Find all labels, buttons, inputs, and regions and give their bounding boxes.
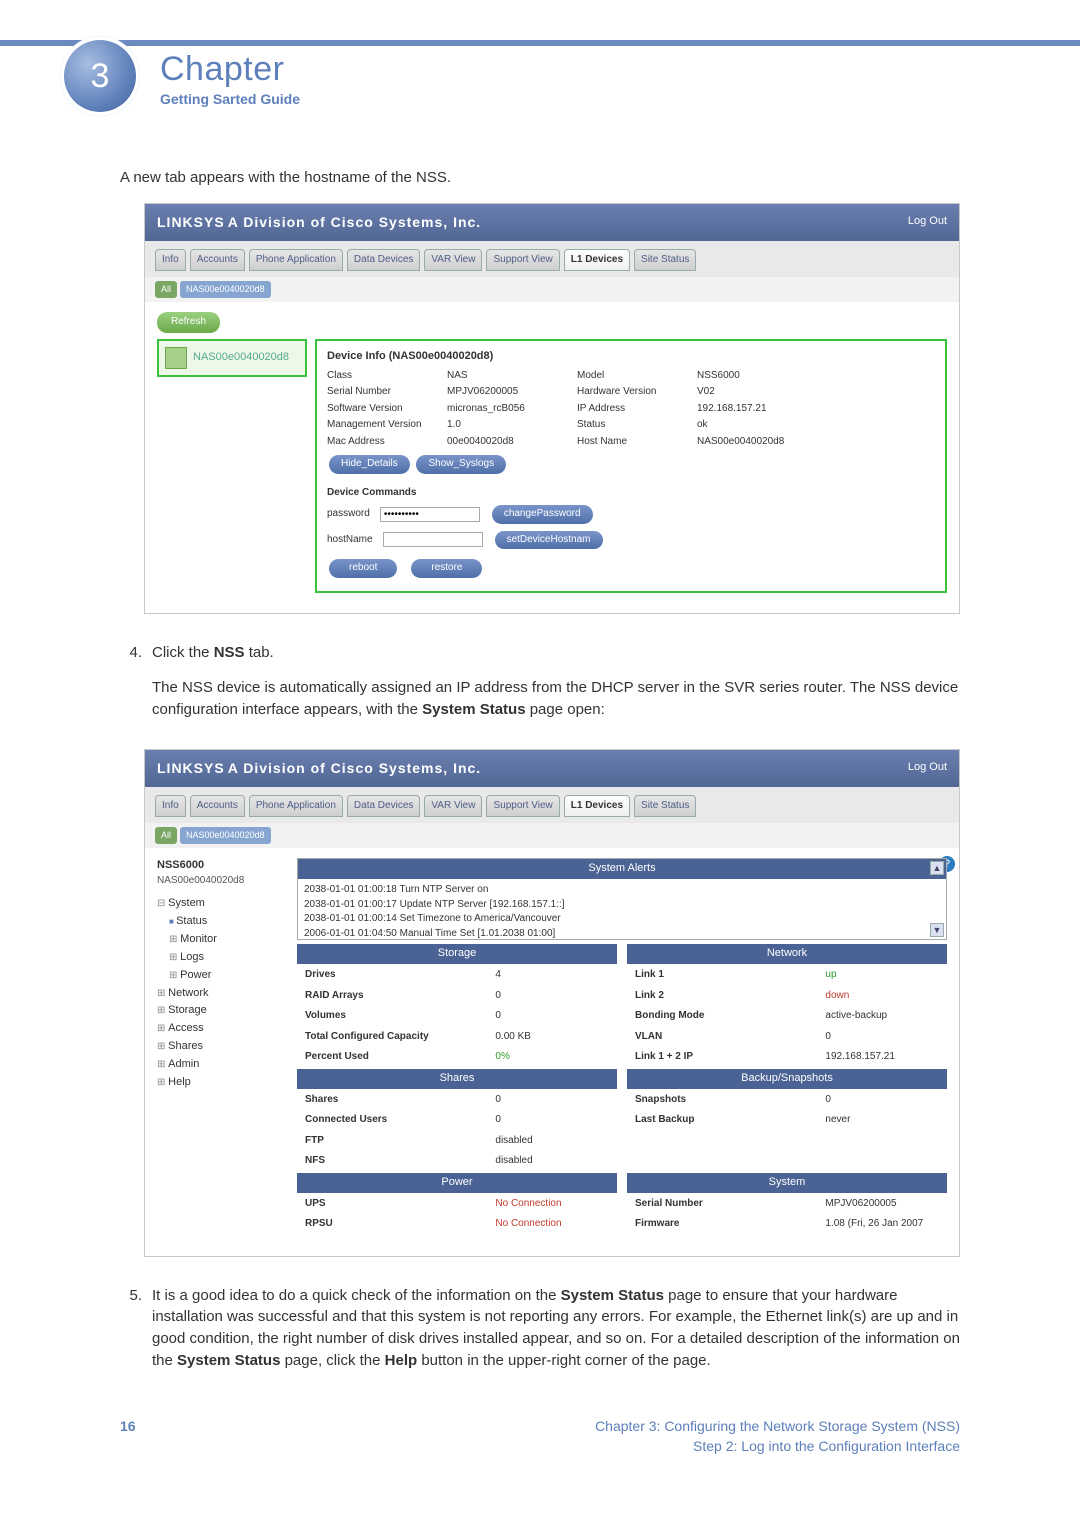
subtab2-host[interactable]: NAS00e0040020d8 xyxy=(180,827,271,844)
alerts-list: 2038-01-01 01:00:18 Turn NTP Server on20… xyxy=(298,879,946,939)
refresh-button[interactable]: Refresh xyxy=(157,312,220,333)
system-header: System xyxy=(627,1173,947,1193)
main-tabs-2: Info Accounts Phone Application Data Dev… xyxy=(145,787,959,824)
logout-link-2[interactable]: Log Out xyxy=(908,760,947,776)
tab2-phone[interactable]: Phone Application xyxy=(249,795,343,818)
step4-number: 4. xyxy=(120,642,142,735)
tab2-var[interactable]: VAR View xyxy=(424,795,482,818)
tab-support[interactable]: Support View xyxy=(486,249,559,272)
step5-number: 5. xyxy=(120,1285,142,1386)
chapter-number-badge: 3 xyxy=(60,36,140,116)
nav-power[interactable]: Power xyxy=(169,967,287,985)
system-alerts-header: System Alerts xyxy=(298,859,946,879)
tab-phone[interactable]: Phone Application xyxy=(249,249,343,272)
tab-sitestatus[interactable]: Site Status xyxy=(634,249,696,272)
subtab-all[interactable]: All xyxy=(155,281,177,298)
chapter-number: 3 xyxy=(91,57,110,96)
reboot-button[interactable]: reboot xyxy=(329,559,397,578)
footer-step: Step 2: Log into the Configuration Inter… xyxy=(595,1436,960,1456)
scroll-up-icon[interactable]: ▲ xyxy=(930,861,944,875)
tab-info[interactable]: Info xyxy=(155,249,186,272)
storage-header: Storage xyxy=(297,944,617,964)
screenshot-device-info: LINKSYS A Division of Cisco Systems, Inc… xyxy=(144,203,960,614)
linksys-subtitle: A Division of Cisco Systems, Inc. xyxy=(228,214,481,230)
footer-chapter: Chapter 3: Configuring the Network Stora… xyxy=(595,1416,960,1436)
nav-help[interactable]: Help xyxy=(157,1074,287,1092)
device-info-title: Device Info (NAS00e0040020d8) xyxy=(327,349,935,365)
device-commands-title: Device Commands xyxy=(327,487,416,498)
page-number: 16 xyxy=(120,1416,136,1457)
nss-sidebar: NSS6000 NAS00e0040020d8 SystemStatusMoni… xyxy=(157,858,287,1235)
nav-logs[interactable]: Logs xyxy=(169,949,287,967)
main-tabs: Info Accounts Phone Application Data Dev… xyxy=(145,241,959,278)
scroll-down-icon[interactable]: ▼ xyxy=(930,923,944,937)
tab2-support[interactable]: Support View xyxy=(486,795,559,818)
set-hostname-button[interactable]: setDeviceHostnam xyxy=(495,531,603,550)
tab2-sitestatus[interactable]: Site Status xyxy=(634,795,696,818)
nav-status[interactable]: Status xyxy=(169,913,287,931)
restore-button[interactable]: restore xyxy=(411,559,482,578)
nav-monitor[interactable]: Monitor xyxy=(169,931,287,949)
accent-bar xyxy=(0,40,1080,46)
device-info-panel: Device Info (NAS00e0040020d8) ClassNASMo… xyxy=(315,339,947,593)
intro-text: A new tab appears with the hostname of t… xyxy=(120,167,960,189)
nav-admin[interactable]: Admin xyxy=(157,1056,287,1074)
tab2-data[interactable]: Data Devices xyxy=(347,795,420,818)
tab2-info[interactable]: Info xyxy=(155,795,186,818)
linksys-logo-2: LINKSYS xyxy=(157,760,225,776)
linksys-subtitle-2: A Division of Cisco Systems, Inc. xyxy=(228,760,481,776)
tab-accounts[interactable]: Accounts xyxy=(190,249,245,272)
chapter-subtitle: Getting Sarted Guide xyxy=(160,91,960,107)
network-header: Network xyxy=(627,944,947,964)
hostname-label: hostName xyxy=(327,533,373,548)
power-header: Power xyxy=(297,1173,617,1193)
hostname-input[interactable] xyxy=(383,532,483,547)
nss-model: NSS6000 xyxy=(157,858,287,874)
nav-shares[interactable]: Shares xyxy=(157,1038,287,1056)
nav-system[interactable]: System xyxy=(157,895,287,913)
nav-storage[interactable]: Storage xyxy=(157,1002,287,1020)
nav-access[interactable]: Access xyxy=(157,1020,287,1038)
show-syslogs-button[interactable]: Show_Syslogs xyxy=(416,455,506,474)
password-input[interactable] xyxy=(380,507,480,522)
shares-header: Shares xyxy=(297,1069,617,1089)
linksys-logo: LINKSYS xyxy=(157,214,225,230)
nss-hostname: NAS00e0040020d8 xyxy=(157,874,287,889)
device-tag[interactable]: NAS00e0040020d8 xyxy=(157,339,307,377)
tab2-accounts[interactable]: Accounts xyxy=(190,795,245,818)
nss-bold: NSS xyxy=(214,644,245,661)
change-password-button[interactable]: changePassword xyxy=(492,505,593,524)
tab-data[interactable]: Data Devices xyxy=(347,249,420,272)
subtab-host[interactable]: NAS00e0040020d8 xyxy=(180,281,271,298)
backup-header: Backup/Snapshots xyxy=(627,1069,947,1089)
chapter-label: Chapter xyxy=(160,50,960,89)
logout-link[interactable]: Log Out xyxy=(908,214,947,230)
tab2-l1devices[interactable]: L1 Devices xyxy=(564,795,630,818)
tab-var[interactable]: VAR View xyxy=(424,249,482,272)
nav-network[interactable]: Network xyxy=(157,985,287,1003)
password-label: password xyxy=(327,507,370,522)
hide-details-button[interactable]: Hide_Details xyxy=(329,455,410,474)
tab-l1devices[interactable]: L1 Devices xyxy=(564,249,630,272)
screenshot-system-status: LINKSYS A Division of Cisco Systems, Inc… xyxy=(144,749,960,1257)
subtab2-all[interactable]: All xyxy=(155,827,177,844)
